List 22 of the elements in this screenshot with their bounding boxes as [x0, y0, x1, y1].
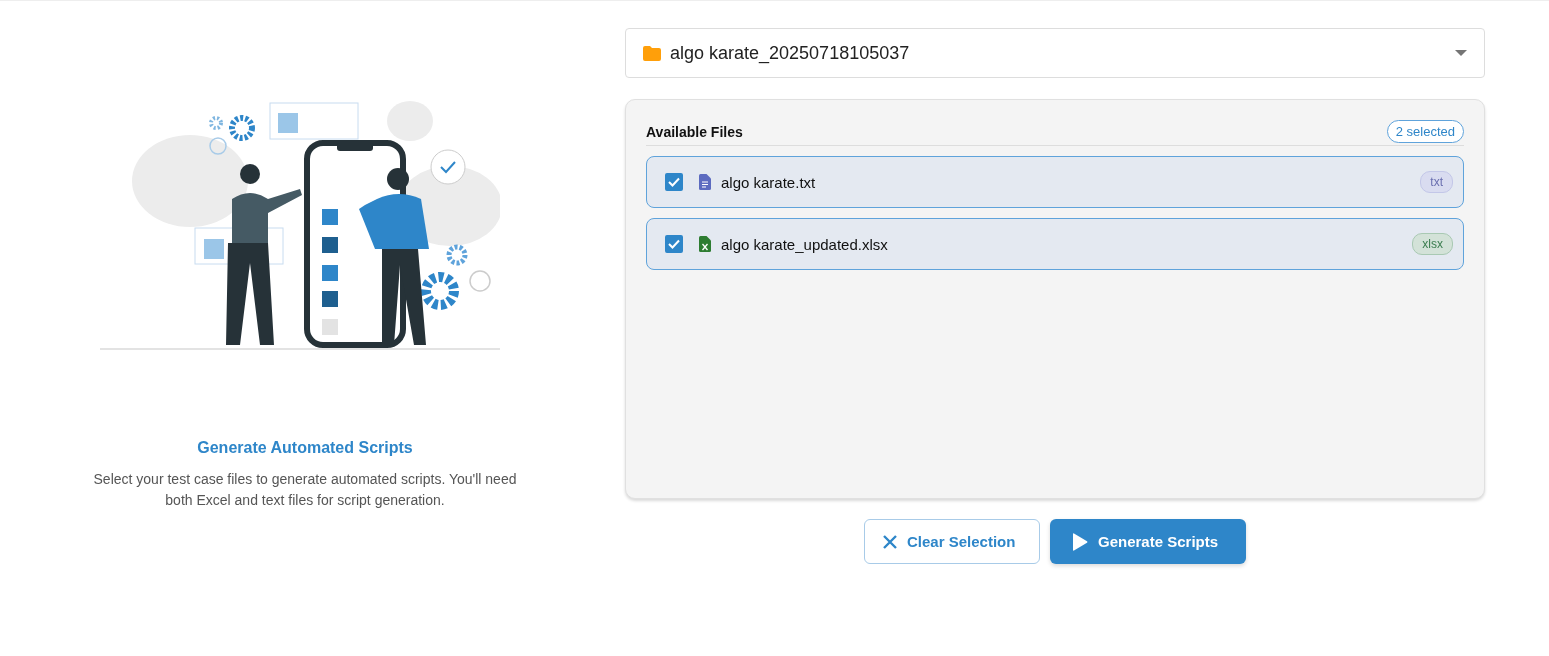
panel-title: Available Files — [646, 123, 743, 140]
clear-selection-button[interactable]: Clear Selection — [864, 519, 1040, 564]
document-icon — [699, 174, 711, 190]
file-name: algo karate.txt — [721, 173, 817, 191]
file-row[interactable]: algo karate.txt txt — [646, 156, 1464, 208]
dropdown-caret-icon[interactable] — [1455, 50, 1467, 56]
selected-count-badge: 2 selected — [1386, 120, 1464, 143]
folder-select[interactable]: algo karate_20250718105037 — [625, 28, 1485, 78]
play-icon — [1072, 532, 1088, 551]
intro-description: Select your test case files to generate automated scripts. You'll need both Excel and text files for script generation. — [92, 470, 518, 510]
spreadsheet-icon — [699, 236, 711, 252]
generate-scripts-button[interactable]: Generate Scripts — [1050, 519, 1246, 564]
file-row[interactable]: algo karate_updated.xlsx xlsx — [646, 218, 1464, 270]
folder-icon — [643, 45, 661, 61]
intro-title: Generate Automated Scripts — [197, 439, 413, 457]
checkbox[interactable] — [665, 173, 683, 191]
close-icon — [883, 534, 897, 549]
folder-name: algo karate_20250718105037 — [670, 42, 911, 64]
file-type-tag: txt — [1420, 171, 1453, 193]
file-type-tag: xlsx — [1412, 233, 1453, 255]
file-name: algo karate_updated.xlsx — [721, 235, 889, 253]
checkbox[interactable] — [665, 235, 683, 253]
